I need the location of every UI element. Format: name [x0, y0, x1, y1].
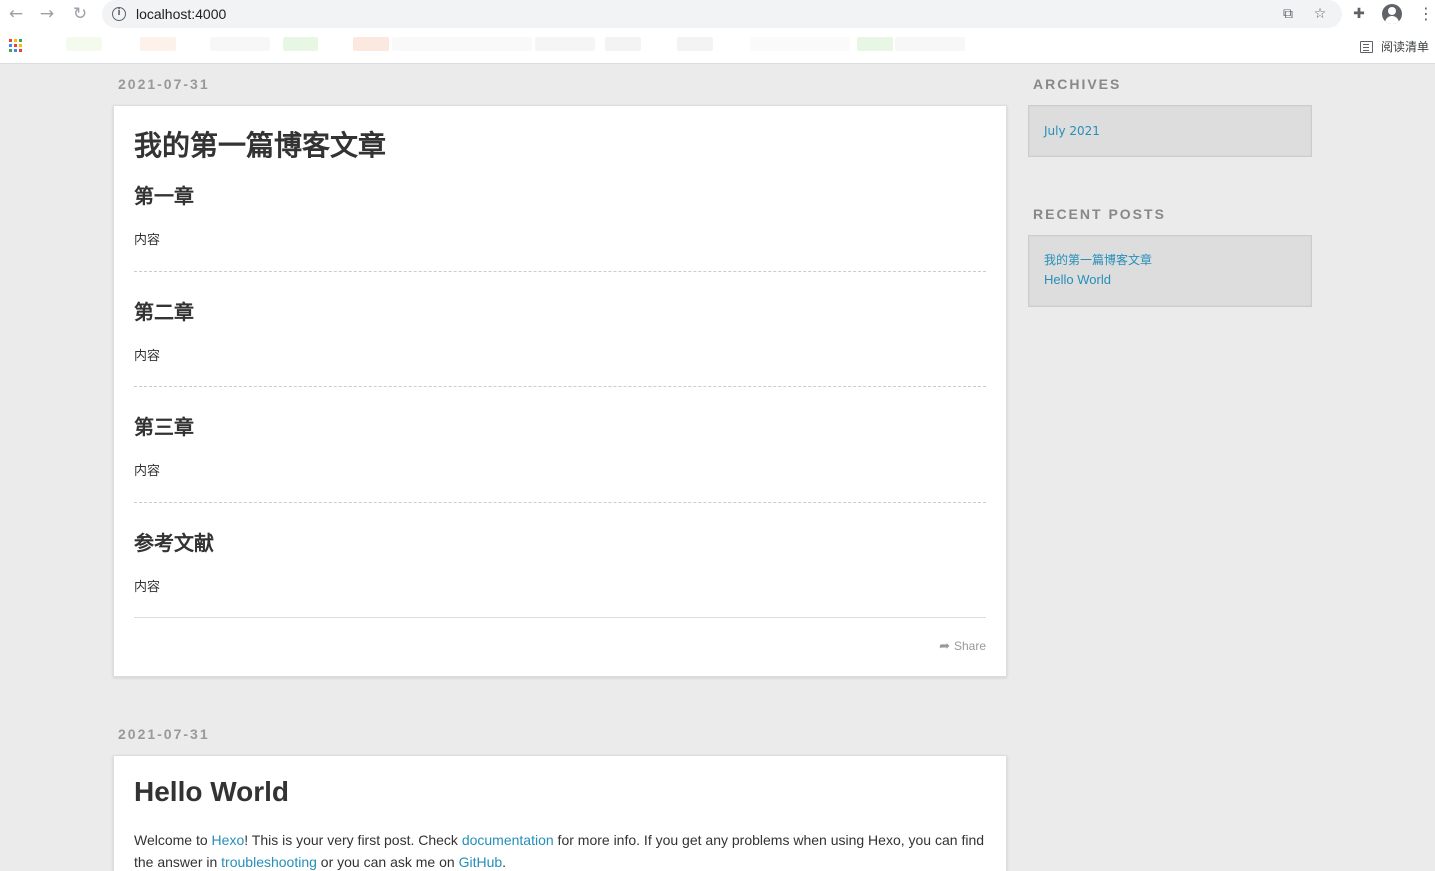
bookmark-item[interactable]: [750, 37, 850, 51]
bookmark-item[interactable]: [857, 37, 893, 51]
post-title[interactable]: 我的第一篇博客文章: [134, 124, 386, 164]
section-divider: [134, 386, 986, 387]
reading-list-icon: [1360, 41, 1373, 53]
bookmark-item[interactable]: [677, 37, 713, 51]
archives-title: ARCHIVES: [1033, 76, 1122, 92]
share-button[interactable]: ➦ Share: [939, 639, 986, 654]
site-info-icon[interactable]: i: [112, 7, 126, 21]
reading-list-button[interactable]: 阅读清单: [1360, 38, 1429, 55]
bookmark-item[interactable]: [283, 37, 318, 51]
section-text: 内容: [134, 233, 161, 248]
section-heading: 第三章: [134, 415, 194, 439]
body-text: .: [502, 854, 507, 870]
post-title[interactable]: Hello World: [134, 776, 289, 808]
section-divider: [134, 502, 986, 503]
address-bar[interactable]: i localhost:4000 ⧉ ☆: [102, 0, 1342, 28]
bookmark-item[interactable]: [140, 37, 176, 51]
section-heading: 第二章: [134, 300, 194, 324]
section-divider: [134, 271, 986, 272]
back-arrow-icon[interactable]: ←: [6, 4, 26, 24]
bookmarks-bar: 阅读清单: [0, 29, 1435, 64]
bookmark-item[interactable]: [353, 37, 389, 51]
bookmark-item[interactable]: [605, 37, 641, 51]
hexo-link[interactable]: Hexo: [212, 832, 245, 848]
bookmark-item[interactable]: [895, 37, 965, 51]
bookmark-star-icon[interactable]: ☆: [1311, 5, 1329, 23]
section-heading: 参考文献: [134, 531, 214, 555]
github-link[interactable]: GitHub: [459, 854, 503, 870]
post-article: Hello World Welcome to Hexo! This is you…: [113, 755, 1007, 871]
share-label: Share: [953, 639, 986, 653]
section-text: 内容: [134, 464, 161, 479]
post-body: Welcome to Hexo! This is your very first…: [134, 829, 986, 871]
bookmark-item[interactable]: [535, 37, 595, 51]
extensions-puzzle-icon[interactable]: ✚: [1350, 5, 1368, 23]
bookmark-item[interactable]: [66, 37, 102, 51]
section-heading: 第一章: [134, 184, 194, 208]
archives-widget: July 2021: [1028, 105, 1312, 157]
body-text: ! This is your very first post. Check: [244, 832, 462, 848]
post-date[interactable]: 2021-07-31: [118, 76, 210, 92]
recent-posts-widget: 我的第一篇博客文章 Hello World: [1028, 235, 1312, 307]
body-text: or you can ask me on: [316, 854, 459, 870]
post-article: 我的第一篇博客文章 第一章 内容 第二章 内容 第三章 内容 参考文献 内容 ➦…: [113, 105, 1007, 677]
bookmark-item[interactable]: [392, 37, 532, 51]
browser-menu-icon[interactable]: ⋮: [1418, 4, 1434, 24]
archive-link[interactable]: July 2021: [1044, 121, 1296, 141]
section-text: 内容: [134, 349, 161, 364]
troubleshooting-link[interactable]: troubleshooting: [221, 854, 317, 870]
translate-icon[interactable]: ⧉: [1279, 5, 1297, 23]
body-text: Welcome to: [134, 832, 212, 848]
share-icon: ➦: [939, 639, 950, 654]
apps-grid-icon[interactable]: [9, 39, 22, 52]
article-footer-divider: [134, 617, 986, 618]
reading-list-label: 阅读清单: [1381, 40, 1430, 54]
bookmark-item[interactable]: [210, 37, 270, 51]
recent-post-link[interactable]: Hello World: [1044, 270, 1296, 290]
reload-icon[interactable]: ↻: [70, 4, 90, 24]
section-text: 内容: [134, 580, 161, 595]
url-text[interactable]: localhost:4000: [136, 6, 226, 22]
recent-post-link[interactable]: 我的第一篇博客文章: [1044, 250, 1296, 270]
forward-arrow-icon[interactable]: →: [37, 4, 57, 24]
post-date[interactable]: 2021-07-31: [118, 726, 210, 742]
recent-posts-title: RECENT POSTS: [1033, 206, 1166, 222]
browser-toolbar: ← → ↻ i localhost:4000 ⧉ ☆ ✚ ⋮: [0, 0, 1435, 29]
documentation-link[interactable]: documentation: [462, 832, 554, 848]
profile-avatar-icon[interactable]: [1382, 4, 1402, 24]
